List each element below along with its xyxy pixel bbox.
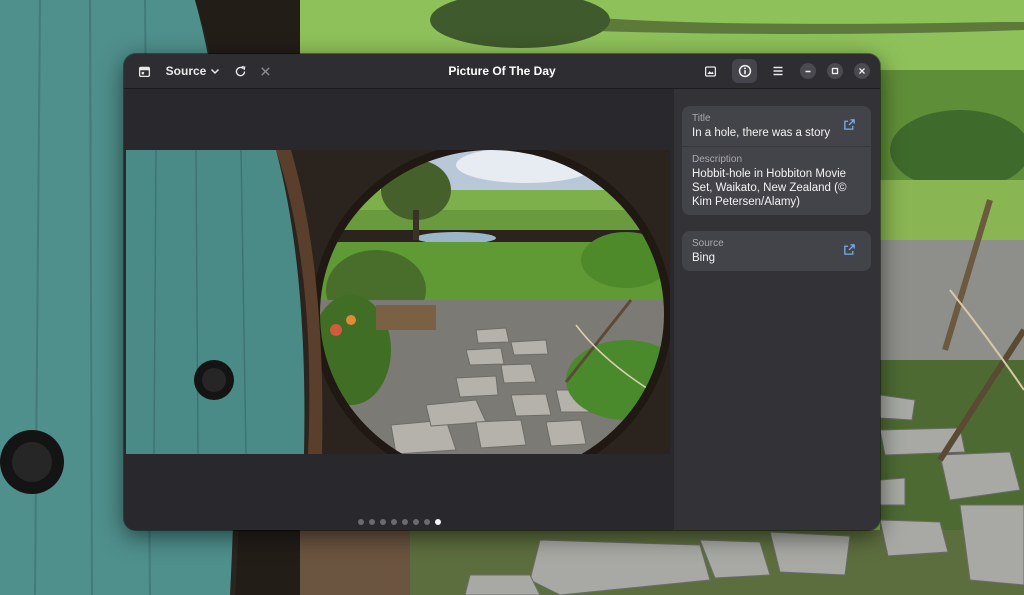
- pager-dot[interactable]: [434, 519, 441, 525]
- title-row: Title In a hole, there was a story: [682, 106, 871, 146]
- pager-dot[interactable]: [423, 519, 430, 525]
- external-link-icon[interactable]: [843, 243, 857, 257]
- external-link-icon[interactable]: [843, 118, 857, 132]
- pager-dot[interactable]: [379, 519, 386, 525]
- calendar-icon: [138, 65, 151, 78]
- window-close-icon: [858, 67, 866, 75]
- description-label: Description: [692, 154, 743, 165]
- source-dropdown-button[interactable]: Source: [162, 59, 224, 83]
- calendar-button[interactable]: [132, 59, 156, 83]
- main-menu-button[interactable]: [766, 59, 790, 83]
- maximize-icon: [831, 67, 839, 75]
- description-row: Description Hobbit-hole in Hobbiton Movi…: [682, 146, 871, 215]
- pager-dot[interactable]: [357, 519, 364, 525]
- app-window: Source Picture Of The Day Title In a hol…: [124, 54, 880, 530]
- refresh-button[interactable]: [228, 59, 252, 83]
- title-label: Title: [692, 113, 711, 124]
- details-card: Title In a hole, there was a story Descr…: [682, 106, 871, 215]
- window-close-button[interactable]: [854, 63, 870, 79]
- set-wallpaper-button[interactable]: [698, 59, 722, 83]
- info-sidebar: Title In a hole, there was a story Descr…: [674, 89, 880, 530]
- minimize-icon: [804, 67, 812, 75]
- image-viewer: [124, 89, 674, 530]
- source-value: Bing: [692, 252, 716, 264]
- close-icon: [260, 66, 271, 77]
- maximize-button[interactable]: [827, 63, 843, 79]
- chevron-down-icon: [210, 66, 220, 76]
- header-bar: Source Picture Of The Day: [124, 54, 880, 89]
- pager-dot[interactable]: [390, 519, 397, 525]
- description-value: Hobbit-hole in Hobbiton Movie Set, Waika…: [692, 168, 847, 208]
- minimize-button[interactable]: [800, 63, 816, 79]
- source-row: Source Bing: [682, 231, 871, 271]
- set-wallpaper-icon: [704, 65, 717, 78]
- picture-of-the-day-image[interactable]: [126, 150, 670, 454]
- info-toggle-button[interactable]: [732, 59, 757, 83]
- source-card: Source Bing: [682, 231, 871, 271]
- pager-dot[interactable]: [368, 519, 375, 525]
- cancel-button[interactable]: [253, 59, 277, 83]
- source-label: Source: [692, 238, 724, 249]
- image-pager: [124, 519, 674, 525]
- info-icon: [738, 64, 752, 78]
- title-value: In a hole, there was a story: [692, 127, 831, 139]
- pager-dot[interactable]: [401, 519, 408, 525]
- pager-dot[interactable]: [412, 519, 419, 525]
- source-button-label: Source: [165, 64, 207, 78]
- refresh-icon: [234, 65, 247, 78]
- hamburger-menu-icon: [772, 65, 784, 77]
